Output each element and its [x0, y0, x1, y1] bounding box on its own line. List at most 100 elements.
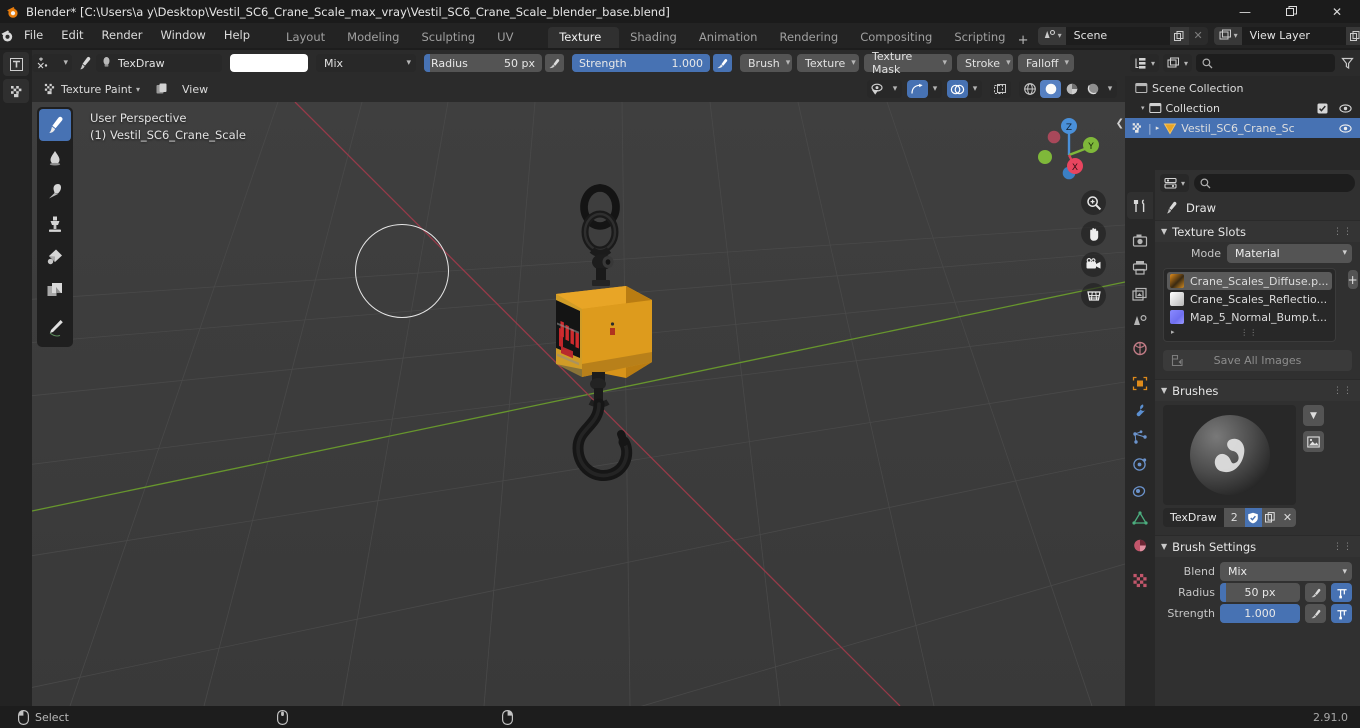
- chevron-down-icon[interactable]: ▼: [1303, 405, 1324, 426]
- view-layer-name[interactable]: View Layer: [1241, 26, 1346, 45]
- menu-render[interactable]: Render: [93, 23, 152, 48]
- visibility-caret-icon[interactable]: ▾: [888, 80, 902, 98]
- mask-tool[interactable]: [39, 274, 71, 306]
- tab-rendering[interactable]: Rendering: [768, 27, 849, 48]
- toggle-perspective-icon[interactable]: [1081, 283, 1106, 308]
- new-scene-button[interactable]: [1169, 26, 1189, 45]
- radius-slider[interactable]: Radius 50 px: [424, 54, 542, 72]
- duplicate-icon[interactable]: [1261, 508, 1279, 527]
- texture-popover[interactable]: Texture ▾: [797, 54, 859, 72]
- brush-preview[interactable]: ▼: [1163, 405, 1324, 505]
- texture-mask-popover[interactable]: Texture Mask ▾: [864, 50, 952, 76]
- sidebar-toggle-icon[interactable]: ❮: [1116, 118, 1124, 129]
- blend-dropdown[interactable]: Mix ▾: [1220, 562, 1352, 581]
- outliner-row-collection[interactable]: ▾ Collection: [1125, 98, 1360, 118]
- zoom-icon[interactable]: [1081, 190, 1106, 215]
- 3d-viewport[interactable]: User Perspective (1) Vestil_SC6_Crane_Sc…: [32, 102, 1125, 706]
- object-data-tab[interactable]: [1127, 505, 1153, 532]
- world-globe-tab[interactable]: [1127, 335, 1153, 362]
- tab-scripting[interactable]: Scripting: [943, 27, 1016, 48]
- draw-tool[interactable]: [39, 109, 71, 141]
- brushes-panel-header[interactable]: ▼ Brushes ⋮⋮: [1155, 379, 1360, 401]
- tab-uv-editing[interactable]: UV Editing: [486, 27, 548, 65]
- outliner-search-input[interactable]: [1196, 54, 1335, 72]
- menu-edit[interactable]: Edit: [52, 23, 92, 48]
- unified-settings-icon[interactable]: [1331, 583, 1352, 602]
- outliner-row-scene-collection[interactable]: Scene Collection: [1125, 78, 1360, 98]
- expand-arrow-icon[interactable]: ▾: [1141, 104, 1145, 112]
- tab-texture-paint[interactable]: Texture Paint: [548, 27, 620, 65]
- viewport-mode-dropdown[interactable]: Texture Paint ▾: [38, 80, 145, 98]
- strength-slider[interactable]: Strength 1.000: [572, 54, 710, 72]
- blender-menu-icon[interactable]: [0, 23, 15, 48]
- outliner-display-mode-icon[interactable]: ▾: [1130, 54, 1160, 72]
- pan-hand-icon[interactable]: [1081, 221, 1106, 246]
- texture-slots-panel-header[interactable]: ▼ Texture Slots ⋮⋮: [1155, 220, 1360, 242]
- funnel-filter-icon[interactable]: [1339, 57, 1355, 70]
- tab-modeling[interactable]: Modeling: [336, 27, 410, 48]
- stroke-popover[interactable]: Stroke ▾: [957, 54, 1013, 72]
- menu-help[interactable]: Help: [215, 23, 259, 48]
- unified-settings-icon[interactable]: [1331, 604, 1352, 623]
- visibility-icon[interactable]: [867, 80, 888, 98]
- view-layer-tab[interactable]: [1127, 281, 1153, 308]
- scene-tab[interactable]: [1127, 308, 1153, 335]
- smear-tool[interactable]: [39, 175, 71, 207]
- clone-stamp-tool[interactable]: [39, 208, 71, 240]
- close-button[interactable]: ✕: [1314, 0, 1360, 23]
- unlink-brush-button[interactable]: ✕: [1278, 508, 1296, 527]
- texture-slot-item[interactable]: Crane_Scales_Reflectio...: [1167, 290, 1332, 308]
- overlays-caret-icon[interactable]: ▾: [968, 80, 982, 98]
- solid-shading-icon[interactable]: [1040, 80, 1061, 98]
- scene-icon[interactable]: ▾: [1037, 26, 1066, 45]
- shield-fake-user-icon[interactable]: [1244, 508, 1262, 527]
- tab-layout[interactable]: Layout: [275, 27, 336, 48]
- modifier-tab[interactable]: [1127, 397, 1153, 424]
- tab-compositing[interactable]: Compositing: [849, 27, 943, 48]
- outliner-row-object[interactable]: | ▸ Vestil_SC6_Crane_Sc: [1125, 118, 1360, 138]
- brush-color-swatch[interactable]: [230, 54, 308, 72]
- expand-arrow-icon[interactable]: ▸: [1171, 328, 1176, 336]
- properties-editor-icon[interactable]: ▾: [1160, 174, 1190, 192]
- brush-popover[interactable]: Brush ▾: [740, 54, 792, 72]
- wireframe-shading-icon[interactable]: [1019, 80, 1040, 98]
- material-preview-shading-icon[interactable]: [1061, 80, 1082, 98]
- maximize-button[interactable]: [1268, 0, 1314, 23]
- viewport-menu-view[interactable]: View: [177, 80, 213, 98]
- add-texture-slot-button[interactable]: +: [1347, 270, 1358, 289]
- radius-slider-props[interactable]: 50 px: [1220, 583, 1300, 602]
- view-layer-icon[interactable]: ▾: [1213, 26, 1242, 45]
- texture-tab[interactable]: [1127, 567, 1153, 594]
- brush-name-field[interactable]: TexDraw: [1163, 508, 1224, 527]
- brush-settings-panel-header[interactable]: ▼ Brush Settings ⋮⋮: [1155, 535, 1360, 557]
- xray-icon[interactable]: [990, 80, 1011, 98]
- editor-type-toolsettings-icon[interactable]: [3, 52, 29, 76]
- navigation-gizmo[interactable]: Z Y X: [1029, 107, 1103, 181]
- render-camera-tab[interactable]: [1127, 227, 1153, 254]
- strength-slider-props[interactable]: 1.000: [1220, 604, 1300, 623]
- particles-tab[interactable]: [1127, 424, 1153, 451]
- scene-name[interactable]: Scene: [1065, 26, 1170, 45]
- texture-slots-list-footer[interactable]: ▸ ⋮⋮: [1167, 326, 1332, 338]
- overlays-icon[interactable]: [947, 80, 968, 98]
- menu-window[interactable]: Window: [151, 23, 214, 48]
- gizmo-icon[interactable]: [907, 80, 928, 98]
- paint-mode-dropdown[interactable]: ▾: [32, 54, 72, 72]
- tool-tab[interactable]: [1127, 192, 1153, 219]
- new-view-layer-button[interactable]: [1345, 26, 1360, 45]
- falloff-popover[interactable]: Falloff ▾: [1018, 54, 1074, 72]
- menu-file[interactable]: File: [15, 23, 52, 48]
- texture-slot-item[interactable]: Crane_Scales_Diffuse.p...: [1167, 272, 1332, 290]
- image-icon[interactable]: [1303, 431, 1324, 452]
- minimize-button[interactable]: —: [1222, 0, 1268, 23]
- editor-type-3dview-icon[interactable]: [3, 79, 29, 103]
- brush-users-count[interactable]: 2: [1223, 508, 1245, 527]
- filter-id-icon[interactable]: ▾: [1163, 54, 1193, 72]
- tab-animation[interactable]: Animation: [688, 27, 769, 48]
- expand-arrow-icon[interactable]: ▸: [1156, 124, 1160, 132]
- gizmo-caret-icon[interactable]: ▾: [928, 80, 942, 98]
- constraints-tab[interactable]: [1127, 478, 1153, 505]
- physics-tab[interactable]: [1127, 451, 1153, 478]
- radius-pressure-icon[interactable]: [545, 54, 564, 72]
- pressure-icon[interactable]: [1305, 583, 1326, 602]
